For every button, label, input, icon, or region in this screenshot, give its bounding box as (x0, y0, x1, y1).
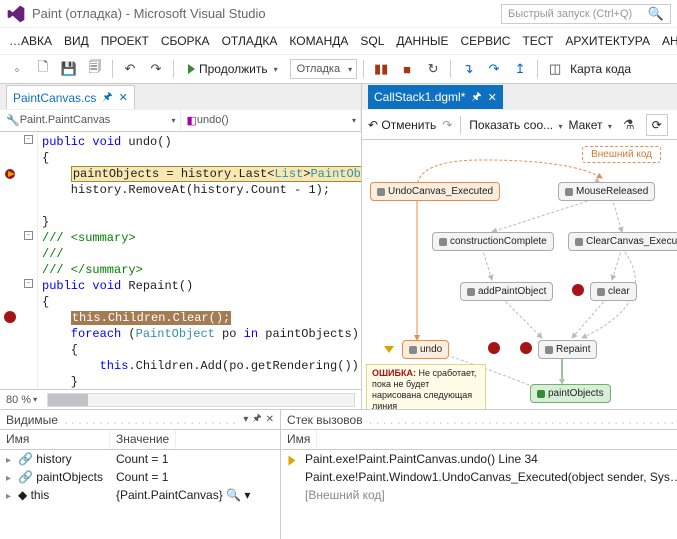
undo-icon[interactable]: ↶ (119, 58, 141, 80)
member-navigator[interactable]: ◧ undo() (181, 110, 362, 130)
save-icon[interactable]: 💾 (58, 58, 80, 80)
new-file-icon[interactable]: 🗋 (32, 58, 54, 80)
step-into-icon[interactable]: ↴ (457, 58, 479, 80)
callstack-row[interactable]: Paint.exe!Paint.Window1.UndoCanvas_Execu… (281, 468, 677, 486)
code-editor-pane: PaintCanvas.cs 🖈 ✕ 🔧 Paint.PaintCanvas ◧… (0, 84, 362, 409)
menu-project[interactable]: ПРОЕКТ (98, 32, 152, 50)
main-menu: …АВКА ВИД ПРОЕКТ СБОРКА ОТЛАДКА КОМАНДА … (0, 28, 677, 54)
callstack-title: Стек вызовов (287, 413, 363, 427)
codemap-pane: CallStack1.dgml* 🖈 ✕ ↶ Отменить ↷ Показа… (362, 84, 677, 409)
menu-analyze[interactable]: АНАЛИЗ (659, 32, 677, 50)
back-icon[interactable]: ◦ (6, 58, 28, 80)
external-code-badge: Внешний код (582, 146, 661, 163)
locals-row[interactable]: ▸🔗 historyCount = 1 (0, 450, 280, 468)
menu-debug[interactable]: ОТЛАДКА (219, 32, 281, 50)
step-out-icon[interactable]: ↥ (509, 58, 531, 80)
pin-icon[interactable]: 🖈 (252, 411, 261, 428)
horizontal-scrollbar[interactable] (47, 393, 355, 407)
error-tooltip: ОШИБКА: Не сработает, пока не будет нари… (366, 364, 486, 409)
vs-logo-icon (6, 4, 26, 24)
tab-callstack-dgml[interactable]: CallStack1.dgml* 🖈 ✕ (368, 85, 503, 109)
locals-title: Видимые (6, 413, 58, 427)
layout-button[interactable]: Макет ▾ (569, 118, 612, 132)
codemap-label[interactable]: Карта кода (570, 62, 631, 76)
pin-icon[interactable]: 🖈 (471, 88, 481, 107)
locals-panel: Видимые․․․․․․․․․․․․․․․․․․․․․․․․․▾🖈✕ ИмяЗ… (0, 410, 281, 539)
step-over-icon[interactable]: ↷ (483, 58, 505, 80)
class-navigator[interactable]: 🔧 Paint.PaintCanvas (0, 110, 181, 130)
menu-data[interactable]: ДАННЫЕ (393, 32, 451, 50)
configuration-combo[interactable]: Отладка (290, 59, 357, 79)
zoom-level[interactable]: 80 % (6, 394, 31, 406)
menu-build[interactable]: СБОРКА (158, 32, 213, 50)
pause-icon[interactable]: ▮▮ (370, 58, 392, 80)
breakpoint-arrow-icon[interactable] (4, 167, 16, 179)
menu-team[interactable]: КОМАНДА (286, 32, 351, 50)
tab-paintcanvas[interactable]: PaintCanvas.cs 🖈 ✕ (6, 85, 135, 109)
main-toolbar: ◦ 🗋 💾 🗐 ↶ ↷ Продолжить ▾ Отладка ▮▮ ■ ↻ … (0, 54, 677, 84)
node-repaint[interactable]: Repaint (538, 340, 597, 359)
show-related-button[interactable]: Показать соо... ▾ (469, 118, 562, 132)
node-undocanvas[interactable]: UndoCanvas_Executed (370, 182, 500, 201)
current-arrow-icon (384, 342, 394, 356)
node-addpaintobject[interactable]: addPaintObject (460, 282, 553, 301)
callstack-row[interactable]: Paint.exe!Paint.PaintCanvas.undo() Line … (281, 450, 677, 468)
close-icon[interactable]: ✕ (119, 91, 128, 104)
dropdown-icon[interactable]: ▾ (243, 414, 248, 425)
continue-button[interactable]: Продолжить ▾ (180, 58, 286, 80)
graph-canvas[interactable]: Внешний код UndoCanvas_Executed MouseRel… (362, 140, 677, 409)
menu-test[interactable]: ТЕСТ (519, 32, 556, 50)
quick-launch-input[interactable]: Быстрый запуск (Ctrl+Q) 🔍 (501, 4, 671, 24)
node-clearcanvas[interactable]: ClearCanvas_Executed (568, 232, 677, 251)
pin-icon[interactable]: 🖈 (102, 88, 112, 107)
stop-icon[interactable]: ■ (396, 58, 418, 80)
code-editor[interactable]: – – – public void undo() { paintObjects … (0, 132, 361, 389)
node-constructioncomplete[interactable]: constructionComplete (432, 232, 554, 251)
locals-row[interactable]: ▸🔗 paintObjectsCount = 1 (0, 468, 280, 486)
menu-sql[interactable]: SQL (357, 32, 387, 50)
breakpoint-dot-icon (488, 342, 500, 354)
breakpoint-icon[interactable] (4, 311, 16, 323)
undo-graph-button[interactable]: ↶ Отменить (368, 118, 436, 132)
window-title: Paint (отладка) - Microsoft Visual Studi… (32, 6, 501, 21)
fold-icon[interactable]: – (24, 231, 33, 240)
node-paintobjects[interactable]: paintObjects (530, 384, 611, 403)
menu-edit[interactable]: …АВКА (6, 32, 55, 50)
close-icon[interactable]: ✕ (266, 414, 274, 425)
filter-icon[interactable]: ⚗ (618, 114, 640, 136)
refresh-icon[interactable]: ⟳ (646, 114, 668, 136)
locals-row[interactable]: ▸◆ this{Paint.PaintCanvas} 🔍 ▾ (0, 486, 280, 504)
menu-architecture[interactable]: АРХИТЕКТУРА (562, 32, 653, 50)
redo-icon[interactable]: ↷ (145, 58, 167, 80)
callstack-row[interactable]: [Внешний код] (281, 486, 677, 504)
fold-icon[interactable]: – (24, 279, 33, 288)
node-clear[interactable]: clear (590, 282, 637, 301)
search-icon: 🔍 (648, 6, 664, 22)
save-all-icon[interactable]: 🗐 (84, 58, 106, 80)
node-mousereleased[interactable]: MouseReleased (558, 182, 655, 201)
play-icon (188, 64, 195, 74)
menu-tools[interactable]: СЕРВИС (457, 32, 513, 50)
restart-icon[interactable]: ↻ (422, 58, 444, 80)
codemap-icon[interactable]: ◫ (544, 58, 566, 80)
callstack-panel: Стек вызовов․․․․․․․․․․․․․․․․․․․․․․․․․․․․… (281, 410, 677, 539)
breakpoint-dot-icon (572, 284, 584, 296)
node-undo[interactable]: undo (402, 340, 449, 359)
breakpoint-dot-icon (520, 342, 532, 354)
menu-view[interactable]: ВИД (61, 32, 92, 50)
close-icon[interactable]: ✕ (488, 91, 497, 104)
fold-icon[interactable]: – (24, 135, 33, 144)
